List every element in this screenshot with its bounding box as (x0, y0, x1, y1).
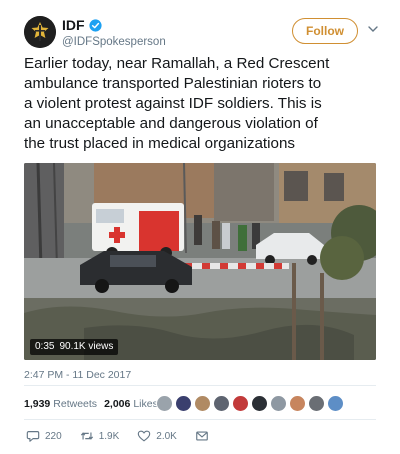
verified-badge-icon (88, 18, 102, 32)
heart-icon (138, 430, 151, 442)
retweet-icon (80, 432, 93, 440)
liker-avatar[interactable] (327, 395, 344, 412)
tweet-timestamp[interactable]: 2:47 PM - 11 Dec 2017 (24, 369, 131, 381)
direct-message-button[interactable] (195, 429, 209, 443)
liker-avatar[interactable] (270, 395, 287, 412)
liker-avatar[interactable] (251, 395, 268, 412)
display-name[interactable]: IDF (62, 17, 85, 33)
video-views: 90.1K views (59, 341, 114, 352)
tweet-header: IDF @IDFSpokesperson Follow (24, 16, 380, 50)
reply-icon (26, 431, 40, 442)
likes-stat[interactable]: 2,006 Likes (104, 398, 158, 410)
idf-logo-icon (24, 16, 56, 48)
liker-avatar[interactable] (308, 395, 325, 412)
video-thumbnail (24, 163, 376, 360)
retweet-count: 1.9K (98, 430, 120, 442)
liker-avatar[interactable] (156, 395, 173, 412)
retweets-count: 1,939 (24, 398, 51, 410)
chevron-down-icon (368, 26, 378, 32)
engagement-stats: 1,939 Retweets 2,006 Likes (24, 392, 165, 416)
likes-count: 2,006 (104, 398, 131, 410)
liker-avatar[interactable] (194, 395, 211, 412)
tweet-text: Earlier today, near Ramallah, a Red Cres… (24, 55, 330, 152)
retweet-button[interactable]: 1.9K (80, 429, 120, 443)
like-button[interactable]: 2.0K (137, 429, 177, 443)
likes-label: Likes (133, 398, 158, 410)
retweets-label: Retweets (53, 398, 98, 410)
follow-button[interactable]: Follow (292, 18, 358, 44)
reply-button[interactable]: 220 (26, 429, 62, 443)
retweets-stat[interactable]: 1,939 Retweets (24, 398, 97, 410)
more-menu-button[interactable] (368, 25, 378, 33)
envelope-icon (196, 431, 208, 441)
divider (24, 419, 376, 420)
liker-avatars (156, 395, 344, 412)
handle[interactable]: @IDFSpokesperson (62, 36, 166, 48)
liker-avatar[interactable] (175, 395, 192, 412)
reply-count: 220 (45, 430, 62, 442)
video-duration: 0:35 (35, 341, 55, 352)
avatar[interactable] (24, 16, 56, 48)
video-info-badge: 0:35 90.1K views (30, 339, 119, 355)
liker-avatar[interactable] (289, 395, 306, 412)
video-player[interactable]: 0:35 90.1K views (24, 163, 376, 360)
divider (24, 385, 376, 386)
liker-avatar[interactable] (213, 395, 230, 412)
account-names: IDF @IDFSpokesperson (62, 17, 166, 48)
like-count: 2.0K (156, 430, 177, 442)
tweet-actions: 220 1.9K 2.0K (26, 427, 227, 445)
liker-avatar[interactable] (232, 395, 249, 412)
